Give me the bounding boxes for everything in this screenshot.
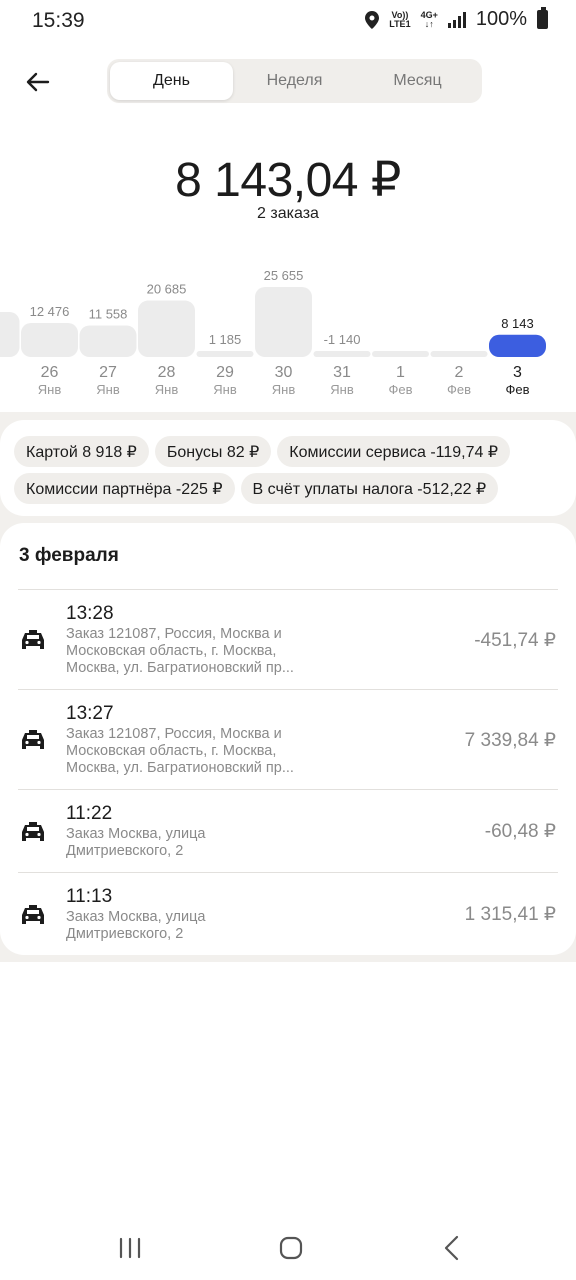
chip-tax[interactable]: В счёт уплаты налога -512,22 ₽ [240,473,499,504]
chart-value-label: 1 185 [209,332,242,347]
taxi-icon [22,630,44,649]
orders-count: 2 заказа [257,205,319,222]
chart-bar[interactable] [372,351,429,357]
status-icons: Vo)) LTE1 4G+ ↓↑ 100% [365,7,548,31]
order-time: 11:13 [66,886,113,907]
location-icon [365,10,380,29]
order-amount: 1 315,41 ₽ [464,904,556,925]
chart-month-label: Фев [505,382,529,397]
system-back-button[interactable] [422,1230,482,1266]
tab-day[interactable]: День [110,62,233,100]
earnings-chart-svg: 312 47626Янв11 55827Янв20 68528Янв1 1852… [0,268,546,397]
orders-list: 3 февраля 13:28 Заказ 121087, Россия, Мо… [0,523,576,955]
chart-bar[interactable] [21,322,78,357]
taxi-icon [22,905,44,924]
chart-bar[interactable] [489,334,546,357]
order-description: Заказ 121087, Россия, Москва и Московска… [66,726,294,776]
chart-month-label: Янв [330,382,354,397]
chart-month-label: Фев [388,382,412,397]
chart-value-label: 8 143 [501,316,534,331]
order-row[interactable]: 13:28 Заказ 121087, Россия, Москва и Мос… [18,589,558,689]
status-bar: 15:39 Vo)) LTE1 4G+ ↓↑ 100% [0,0,576,44]
chart-day-label: 2 [455,364,464,381]
order-time: 11:22 [66,803,113,824]
chart-value-label: 20 685 [147,282,187,297]
chart-month-label: Янв [38,382,62,397]
order-amount: -451,74 ₽ [474,630,556,651]
order-time: 13:28 [66,603,114,624]
order-description: Заказ 121087, Россия, Москва и Московска… [66,626,294,676]
tab-week[interactable]: Неделя [233,62,356,100]
chart-bar[interactable] [196,351,254,357]
battery-percent: 100% [475,8,527,30]
chart-month-label: Янв [272,382,296,397]
chart-value-label: 11 558 [89,306,128,321]
order-amount: -60,48 ₽ [484,821,556,842]
recent-apps-icon [119,1237,141,1259]
tab-month[interactable]: Месяц [356,62,479,100]
breakdown-chips: Картой 8 918 ₽ Бонусы 82 ₽ Комиссии серв… [0,420,576,516]
chart-month-label: Янв [155,382,179,397]
chart-day-label: 31 [333,364,351,381]
period-segmented-control: День Неделя Месяц [107,59,482,103]
order-row[interactable]: 13:27 Заказ 121087, Россия, Москва и Мос… [18,689,558,789]
chart-bar[interactable] [0,312,20,357]
chart-day-label: 28 [158,364,176,381]
chip-bonuses[interactable]: Бонусы 82 ₽ [154,436,272,467]
chart-bar[interactable] [138,300,195,357]
chart-month-label: Фев [447,382,471,397]
chart-month-label: Янв [213,382,237,397]
taxi-icon [22,730,44,749]
recent-apps-button[interactable] [100,1230,160,1266]
chart-value-label: 12 476 [30,304,70,319]
chart-bar[interactable] [430,351,488,357]
order-row[interactable]: 11:13 Заказ Москва, улица Дмитриевского,… [18,872,558,955]
chart-day-label: 26 [41,364,59,381]
chart-bar[interactable] [79,325,137,357]
order-row[interactable]: 11:22 Заказ Москва, улица Дмитриевского,… [18,789,558,872]
order-description: Заказ Москва, улица Дмитриевского, 2 [66,826,206,859]
chart-value-label: -1 140 [324,332,361,347]
chart-day-label: 3 [513,364,522,381]
home-icon [279,1236,303,1260]
signal-icon [447,11,466,28]
chart-bar[interactable] [313,351,371,357]
status-time: 15:39 [32,9,85,32]
chevron-left-icon [444,1235,459,1261]
list-date-heading: 3 февраля [19,545,119,566]
earnings-chart: 312 47626Янв11 55827Янв20 68528Янв1 1852… [0,240,576,412]
home-button[interactable] [261,1230,321,1266]
battery-icon [537,7,548,29]
chart-bar[interactable] [255,287,312,357]
header: День Неделя Месяц [0,44,576,124]
order-time: 13:27 [66,703,114,724]
volte-indicator: Vo)) LTE1 [389,9,411,29]
chip-partner-fee[interactable]: Комиссии партнёра -225 ₽ [14,473,235,504]
chart-day-label: 27 [99,364,117,381]
total-amount: 8 143,04 ₽ [175,154,401,207]
chip-service-fee[interactable]: Комиссии сервиса -119,74 ₽ [277,436,511,467]
back-button[interactable] [18,62,58,102]
chip-card-payment[interactable]: Картой 8 918 ₽ [14,436,149,467]
arrow-left-icon [26,72,50,92]
order-amount: 7 339,84 ₽ [464,730,556,751]
network-indicator: 4G+ ↓↑ [420,9,438,29]
chart-month-label: Янв [96,382,120,397]
chart-day-label: 1 [396,364,405,381]
taxi-icon [22,822,44,841]
chart-day-label: 30 [275,364,293,381]
system-nav-bar [0,1216,576,1280]
order-description: Заказ Москва, улица Дмитриевского, 2 [66,909,206,942]
chart-day-label: 29 [216,364,234,381]
chart-value-label: 25 655 [264,268,304,283]
